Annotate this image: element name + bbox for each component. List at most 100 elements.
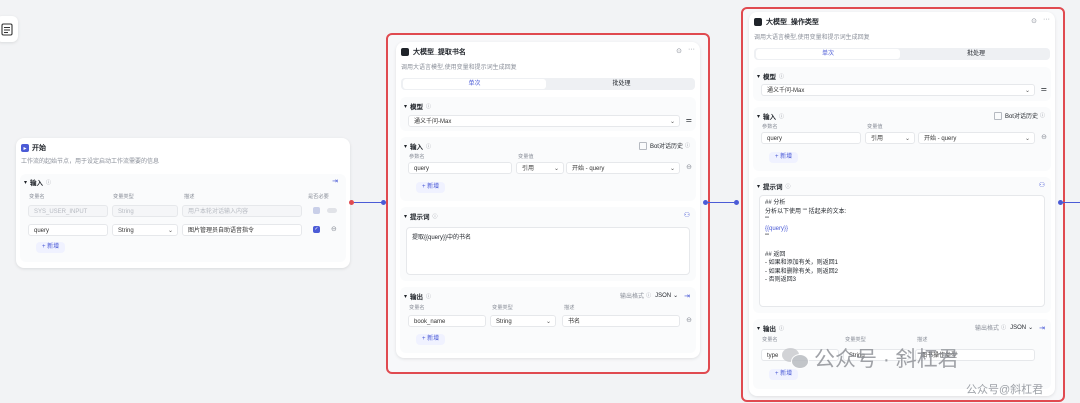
sys-input-type: String (112, 205, 178, 217)
chevron-down-icon[interactable]: ▾ (757, 325, 760, 332)
tab-single[interactable]: 单次 (756, 49, 900, 59)
chevron-down-icon[interactable]: ▾ (757, 113, 760, 120)
start-node-icon: ▸ (21, 144, 29, 152)
llm1-var-select[interactable]: 开始 - query ⌄ (566, 162, 680, 174)
tab-batch[interactable]: 批处理 (550, 79, 693, 89)
header-var-name: 变量名 (409, 305, 425, 311)
chevron-down-icon[interactable]: ▾ (404, 103, 407, 110)
chevron-down-icon[interactable]: ▾ (404, 143, 407, 150)
chevron-down-icon[interactable]: ▾ (757, 73, 760, 80)
llm1-ref-select[interactable]: 引用 ⌄ (516, 162, 564, 174)
more-icon[interactable]: ··· (1043, 16, 1050, 23)
header-desc: 描述 (917, 337, 928, 343)
user-settings-icon[interactable]: ⚇ (684, 211, 690, 219)
llm2-var-select[interactable]: 开始 - query ⌄ (918, 132, 1035, 144)
settings-sliders-icon[interactable]: ⚌ (1041, 85, 1047, 93)
llm2-node[interactable]: 大模型_操作类型 ⊙ ··· 调用大语言模型,使用变量和提示词生成回复 单次 批… (749, 12, 1055, 396)
info-icon: ⓘ (426, 293, 432, 300)
chevron-down-icon: ⌄ (669, 166, 675, 172)
help-icon[interactable]: ⊙ (676, 47, 682, 55)
export-icon[interactable]: ⇥ (1039, 324, 1045, 332)
bot-history-checkbox[interactable] (993, 111, 1002, 120)
llm1-out-type[interactable]: String ⌄ (490, 315, 556, 327)
llm1-var-value: 开始 - query (572, 166, 605, 172)
required-checkbox[interactable]: ✓ (313, 226, 320, 233)
chevron-down-icon[interactable]: ▾ (757, 183, 760, 190)
prompt-line: ## 分析 (765, 200, 786, 206)
header-var-name: 变量名 (29, 194, 45, 200)
document-icon-button[interactable] (0, 16, 18, 42)
llm1-model-label: 模型 (410, 104, 424, 111)
llm1-prompt-text: 提取{{query}}中的书名 (412, 235, 472, 241)
prompt-variable: {{query}} (765, 225, 789, 232)
llm2-param-name[interactable]: query (761, 132, 861, 144)
query-input-name[interactable]: query (28, 224, 108, 236)
remove-row-icon[interactable]: ⊖ (686, 316, 692, 324)
tab-single[interactable]: 单次 (403, 79, 546, 89)
llm2-add-input-button[interactable]: + 新增 (769, 152, 799, 163)
header-var-value: 变量值 (867, 124, 883, 130)
chevron-down-icon[interactable]: ▾ (404, 213, 407, 220)
sys-input-type-value: String (118, 209, 134, 215)
prompt-line: 分析以下使用 "" 括起来的文本: (765, 208, 847, 215)
bot-history-checkbox[interactable] (638, 141, 647, 150)
llm1-prompt-label: 提示词 (410, 214, 430, 221)
watermark-subtext: 公众号@斜杠君 (966, 384, 1044, 396)
llm1-model-select[interactable]: 通义千问-Max ⌄ (408, 115, 680, 127)
remove-row-icon[interactable]: ⊖ (331, 225, 337, 233)
llm1-param-name[interactable]: query (408, 162, 512, 174)
llm2-model-select[interactable]: 通义千问-Max ⌄ (761, 84, 1035, 96)
prompt-line: - 否则返回3 (765, 277, 797, 284)
chevron-down-icon: ⌄ (1024, 88, 1030, 94)
llm1-out-desc[interactable]: 书名 (562, 315, 680, 327)
header-var-name: 变量名 (762, 337, 778, 343)
llm1-output-format-label: 输出格式 (620, 294, 645, 300)
start-input-label: 输入 (30, 180, 44, 187)
tab-batch[interactable]: 批处理 (904, 49, 1048, 59)
llm2-input-label: 输入 (763, 114, 777, 121)
chevron-down-icon[interactable]: ⌄ (1028, 324, 1033, 331)
header-var-type: 变量类型 (845, 337, 866, 343)
start-node-description: 工作流的起始节点，用于设定启动工作流需要的信息 (21, 159, 160, 165)
user-settings-icon[interactable]: ⚇ (1039, 181, 1045, 189)
watermark-text: 公众号 · 斜杠君 (814, 348, 959, 371)
llm1-add-input-button[interactable]: + 新增 (416, 182, 446, 193)
query-input-type[interactable]: String ⌄ (112, 224, 178, 236)
remove-row-icon[interactable]: ⊖ (1041, 133, 1047, 141)
export-icon[interactable]: ⇥ (332, 177, 338, 185)
llm1-prompt-editor[interactable]: 提取{{query}}中的书名 (406, 227, 690, 275)
info-icon: ⓘ (779, 325, 785, 332)
help-icon[interactable]: ⊙ (1031, 17, 1037, 25)
llm1-out-name[interactable]: book_name (408, 315, 486, 327)
remove-row-icon[interactable]: ⊖ (686, 163, 692, 171)
header-required: 是否必要 (308, 194, 329, 200)
settings-sliders-icon[interactable]: ⚌ (686, 116, 692, 124)
llm1-output-section: ▾ 输出 ⓘ 输出格式 ⓘ JSON ⌄ ⇥ 变量名 变量类型 描述 book_… (400, 287, 696, 353)
llm1-add-output-button[interactable]: + 新增 (416, 334, 446, 345)
prompt-line: "" (765, 234, 770, 241)
export-icon[interactable]: ⇥ (684, 292, 690, 300)
chevron-down-icon[interactable]: ⌄ (673, 292, 678, 299)
llm2-ref-select[interactable]: 引用 ⌄ (865, 132, 915, 144)
llm1-description: 调用大语言模型,使用变量和提示词生成回复 (401, 65, 517, 71)
query-input-desc[interactable]: 图片管理员自助语音指令 (182, 224, 302, 236)
edge-start-to-llm1 (354, 202, 384, 203)
info-icon: ⓘ (785, 183, 791, 190)
llm2-output-format[interactable]: JSON (1010, 325, 1026, 331)
chevron-down-icon[interactable]: ▾ (24, 179, 27, 186)
prompt-line (765, 242, 1039, 251)
llm2-add-input-label: 新增 (780, 154, 793, 160)
llm2-prompt-editor[interactable]: ## 分析 分析以下使用 "" 括起来的文本: "" {{query}} "" … (759, 195, 1045, 307)
llm2-input-port[interactable] (734, 200, 739, 205)
query-input-type-value: String (118, 228, 134, 234)
llm2-prompt-section: ▾ 提示词 ⓘ ⚇ ## 分析 分析以下使用 "" 括起来的文本: "" {{q… (753, 177, 1051, 313)
llm1-output-format[interactable]: JSON (655, 293, 671, 299)
more-icon[interactable]: ··· (688, 46, 695, 53)
llm1-node[interactable]: 大模型_提取书名 ⊙ ··· 调用大语言模型,使用变量和提示词生成回复 单次 批… (396, 42, 700, 358)
start-node[interactable]: ▸ 开始 工作流的起始节点，用于设定启动工作流需要的信息 ▾ 输入 ⓘ ⇥ 变量… (16, 138, 350, 268)
prompt-line: - 如果和添加有关，则返回1 (765, 260, 839, 267)
header-param-name: 参数名 (762, 124, 778, 130)
chevron-down-icon[interactable]: ▾ (404, 293, 407, 300)
add-input-button[interactable]: + 新增 (36, 242, 66, 253)
header-desc: 描述 (564, 305, 575, 311)
